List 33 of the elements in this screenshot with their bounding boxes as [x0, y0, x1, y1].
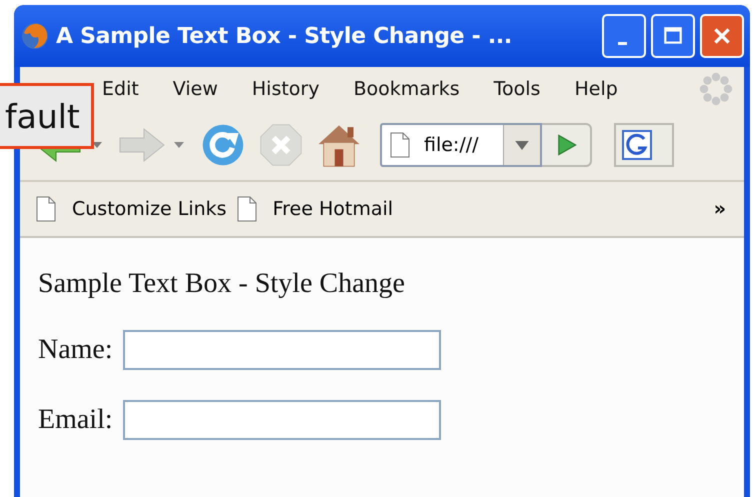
- menu-item[interactable]: History: [252, 78, 320, 100]
- page-heading: Sample Text Box - Style Change: [38, 268, 406, 300]
- address-field[interactable]: file:///: [380, 123, 542, 167]
- minimize-icon: [618, 42, 626, 44]
- caret-icon[interactable]: [92, 142, 102, 148]
- tooltip: fault: [0, 83, 94, 149]
- menu-item[interactable]: Edit: [102, 78, 139, 100]
- bookmark-link[interactable]: Free Hotmail: [236, 196, 394, 222]
- search-engine-button[interactable]: [614, 123, 674, 167]
- bookmark-link[interactable]: Customize Links: [36, 196, 227, 222]
- caret-icon[interactable]: [174, 142, 184, 148]
- maximize-button[interactable]: [651, 14, 695, 58]
- field-label: Name:: [38, 334, 113, 366]
- page-icon: [36, 196, 56, 222]
- throbber-icon: [698, 70, 734, 106]
- dropdown-button[interactable]: [503, 125, 540, 165]
- go-button[interactable]: [542, 123, 592, 167]
- window-title: A Sample Text Box - Style Change - ...: [56, 24, 513, 48]
- field-label: Email:: [38, 404, 113, 436]
- menu-item[interactable]: Tools: [494, 78, 540, 100]
- globe-icon: [20, 21, 50, 51]
- menu-item[interactable]: Help: [574, 78, 618, 100]
- more-bookmarks-button[interactable]: »: [714, 198, 726, 220]
- page-icon: [236, 196, 257, 222]
- search-engine-icon: [622, 130, 652, 160]
- input-field[interactable]: [122, 330, 441, 370]
- caret-icon: [515, 140, 529, 150]
- menu-item[interactable]: Bookmarks: [354, 78, 460, 100]
- close-button[interactable]: [700, 14, 744, 58]
- input-field[interactable]: [122, 400, 441, 440]
- menu-item[interactable]: View: [172, 78, 218, 100]
- page-icon: [390, 132, 410, 158]
- minimize-button[interactable]: [602, 14, 646, 58]
